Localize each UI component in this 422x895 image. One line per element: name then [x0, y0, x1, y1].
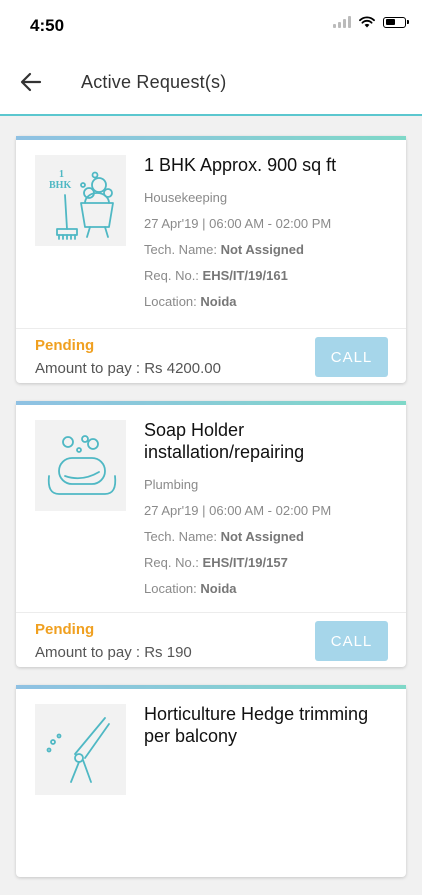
request-location: Location: Noida: [144, 294, 237, 309]
service-thumbnail: [35, 420, 126, 511]
call-button[interactable]: CALL: [315, 621, 388, 661]
soap-holder-icon: [47, 435, 117, 495]
request-number: Req. No.: EHS/IT/19/161: [144, 268, 288, 283]
arrow-left-icon: [20, 72, 42, 92]
request-category: Plumbing: [144, 477, 199, 492]
tech-name: Tech. Name: Not Assigned: [144, 529, 304, 544]
request-category: Housekeeping: [144, 190, 228, 205]
request-schedule: 27 Apr'19 | 06:00 AM - 02:00 PM: [144, 503, 332, 518]
request-number: Req. No.: EHS/IT/19/157: [144, 555, 288, 570]
request-title: Soap Holder installation/repairing: [144, 420, 305, 462]
back-button[interactable]: [16, 68, 48, 96]
status-icons: [333, 16, 409, 28]
status-bar: 4:50: [0, 0, 422, 50]
tech-name: Tech. Name: Not Assigned: [144, 242, 304, 257]
status-badge: Pending: [35, 621, 95, 638]
request-schedule: 27 Apr'19 | 06:00 AM - 02:00 PM: [144, 216, 332, 231]
signal-icon: [333, 16, 351, 28]
svg-text:BHK: BHK: [49, 180, 71, 191]
housekeeping-icon: 1 BHK: [49, 169, 114, 240]
wifi-icon: [359, 16, 375, 28]
request-card[interactable]: Soap Holder installation/repairing Plumb…: [16, 401, 406, 667]
status-badge: Pending: [35, 337, 95, 354]
request-title: Horticulture Hedge trimming per balcony: [144, 704, 369, 746]
app-header: Active Request(s): [0, 50, 422, 116]
request-list[interactable]: 1 BHK 1 BHK Approx. 900 sq ft Housekeepi…: [16, 136, 406, 895]
amount-to-pay: Amount to pay : Rs 4200.00: [35, 360, 221, 377]
svg-text:1: 1: [59, 169, 64, 180]
amount-to-pay: Amount to pay : Rs 190: [35, 644, 192, 661]
request-card[interactable]: 1 BHK 1 BHK Approx. 900 sq ft Housekeepi…: [16, 136, 406, 383]
page-title: Active Request(s): [81, 72, 227, 92]
status-time: 4:50: [30, 16, 65, 35]
request-location: Location: Noida: [144, 581, 237, 596]
service-thumbnail: 1 BHK: [35, 155, 126, 246]
request-card[interactable]: Horticulture Hedge trimming per balcony: [16, 685, 406, 877]
battery-icon: [383, 16, 409, 28]
call-button[interactable]: CALL: [315, 337, 388, 377]
request-title: 1 BHK Approx. 900 sq ft: [144, 155, 337, 175]
